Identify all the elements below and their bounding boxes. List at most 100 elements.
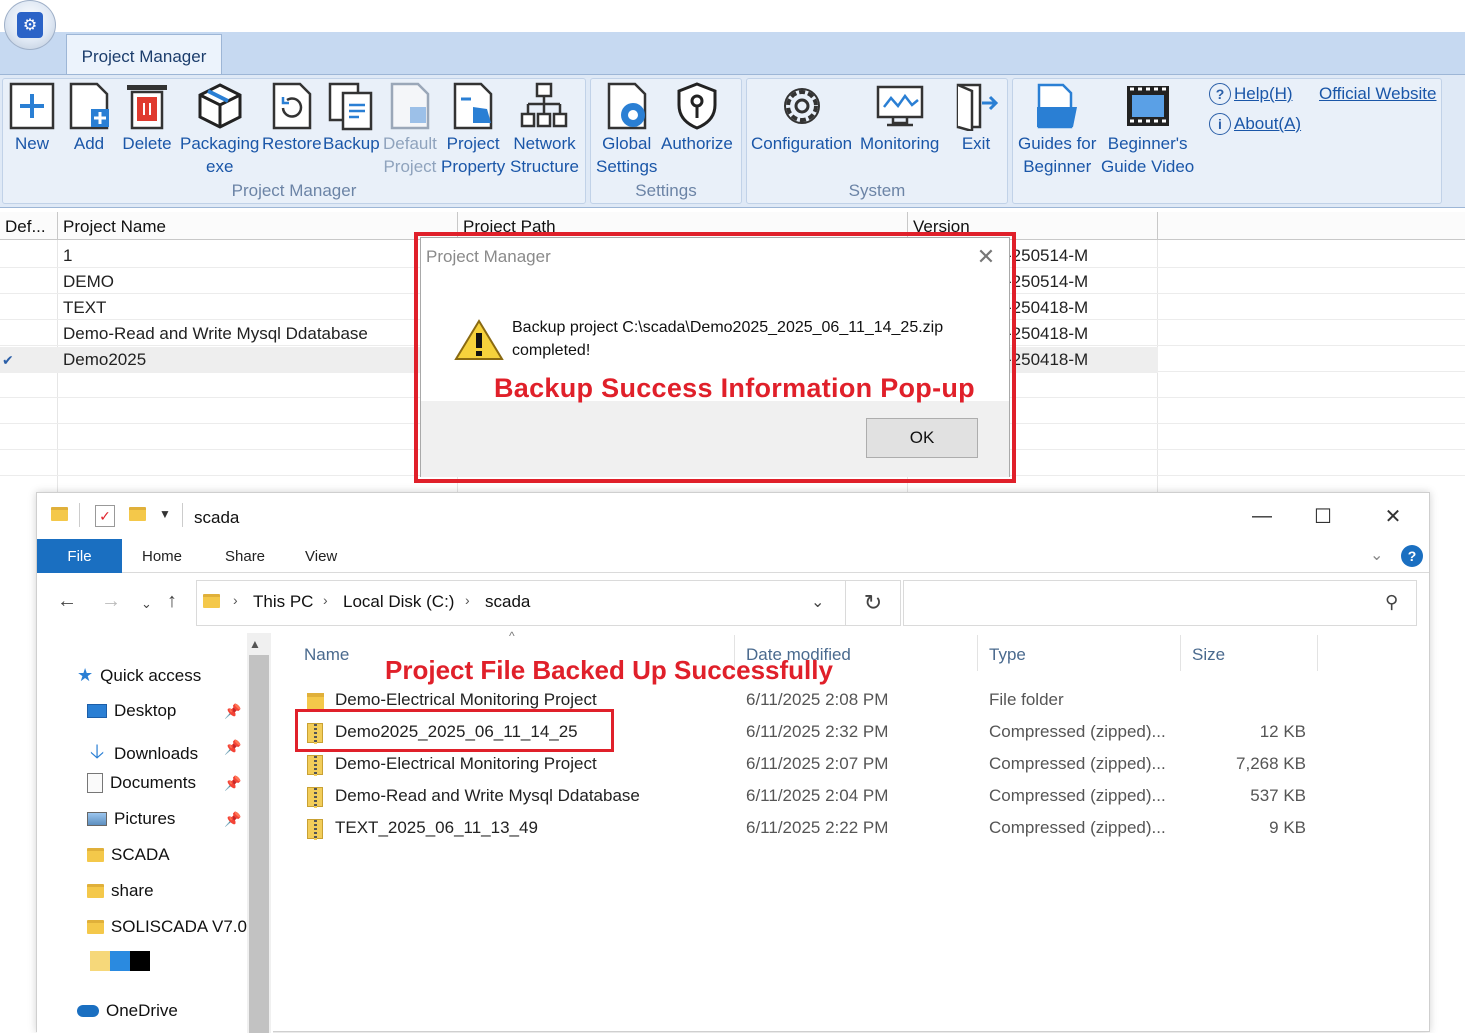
tab-file[interactable]: File bbox=[37, 539, 122, 573]
monitoring-button[interactable]: Monitoring bbox=[860, 80, 939, 155]
delete-button[interactable]: Delete bbox=[122, 80, 172, 155]
breadcrumb-local-disk[interactable]: Local Disk (C:) bbox=[343, 592, 454, 612]
group-label: Settings bbox=[635, 181, 697, 200]
chevron-down-icon[interactable]: ⌄ bbox=[1370, 545, 1383, 565]
film-icon bbox=[1123, 80, 1173, 132]
file-explorer-window: ✓ ▼ scada — ☐ ✕ File Home Share View ⌄ ?… bbox=[36, 492, 1430, 1033]
col-size[interactable]: Size bbox=[1192, 645, 1225, 665]
star-icon: ★ bbox=[77, 665, 94, 685]
refresh-icon[interactable]: ↻ bbox=[845, 580, 901, 626]
nav-share[interactable]: share bbox=[87, 881, 154, 901]
col-type[interactable]: Type bbox=[989, 645, 1026, 665]
back-arrow-icon[interactable]: ← bbox=[57, 590, 77, 613]
tab-view[interactable]: View bbox=[305, 548, 337, 565]
search-input[interactable] bbox=[903, 580, 1417, 626]
folder-icon bbox=[87, 848, 104, 862]
group-label: System bbox=[848, 181, 906, 200]
default-project-icon bbox=[385, 80, 435, 132]
zip-folder-icon bbox=[307, 786, 323, 808]
col-default[interactable]: Def... bbox=[0, 212, 58, 240]
folder-icon bbox=[307, 692, 324, 709]
default-check-icon: ✔ bbox=[2, 352, 14, 368]
authorize-button[interactable]: Authorize bbox=[661, 80, 733, 155]
breadcrumb-separator-icon[interactable]: › bbox=[465, 592, 470, 608]
up-arrow-icon[interactable]: ↑ bbox=[167, 590, 177, 613]
restore-button[interactable]: Restore bbox=[262, 80, 322, 155]
nav-onedrive[interactable]: OneDrive bbox=[77, 1001, 178, 1021]
global-settings-button[interactable]: Global Settings bbox=[596, 80, 657, 178]
zip-folder-icon bbox=[307, 754, 323, 776]
annotation-dialog-label: Backup Success Information Pop-up bbox=[494, 373, 975, 403]
folder-icon bbox=[87, 920, 104, 934]
new-folder-icon[interactable] bbox=[129, 507, 146, 526]
wrench-icon: ⚙ bbox=[17, 12, 43, 38]
project-property-icon bbox=[448, 80, 498, 132]
network-structure-button[interactable]: Network Structure bbox=[510, 80, 579, 178]
tab-project-manager[interactable]: Project Manager bbox=[66, 34, 222, 78]
sort-caret-icon: ^ bbox=[509, 629, 515, 643]
close-window-icon[interactable]: ✕ bbox=[1373, 501, 1413, 531]
nav-soliscada[interactable]: SOLISCADA V7.0 bbox=[87, 917, 247, 937]
col-project-name[interactable]: Project Name bbox=[58, 212, 458, 240]
forward-arrow-icon[interactable]: → bbox=[101, 590, 121, 613]
app-menu-orb[interactable]: ⚙ bbox=[4, 0, 56, 50]
exit-button[interactable]: Exit bbox=[951, 80, 1001, 155]
cloud-icon bbox=[77, 1005, 99, 1017]
add-button[interactable]: Add bbox=[64, 80, 114, 155]
help-icon: ? bbox=[1209, 83, 1231, 105]
shield-key-icon bbox=[672, 80, 722, 132]
recent-locations-icon[interactable]: ⌄ bbox=[141, 596, 152, 612]
global-settings-icon bbox=[602, 80, 652, 132]
new-button[interactable]: New bbox=[7, 80, 57, 155]
minimize-icon[interactable]: — bbox=[1242, 501, 1282, 531]
network-icon bbox=[519, 80, 569, 132]
maximize-icon[interactable]: ☐ bbox=[1303, 501, 1343, 531]
col-name[interactable]: Name bbox=[304, 645, 349, 665]
zip-folder-icon bbox=[307, 818, 323, 840]
official-website-link[interactable]: Official Website bbox=[1319, 84, 1436, 104]
scroll-up-icon[interactable]: ▲ bbox=[249, 637, 261, 651]
beginners-guide-video-button[interactable]: Beginner's Guide Video bbox=[1101, 80, 1194, 178]
color-swatch-item[interactable] bbox=[90, 951, 150, 971]
properties-icon[interactable]: ✓ bbox=[95, 505, 115, 527]
breadcrumb-scada[interactable]: scada bbox=[485, 592, 530, 612]
address-dropdown-icon[interactable]: ⌄ bbox=[811, 592, 824, 612]
breadcrumb-separator-icon[interactable]: › bbox=[233, 592, 238, 608]
exit-door-icon bbox=[951, 80, 1001, 132]
project-property-button[interactable]: Project Property bbox=[441, 80, 505, 178]
configuration-button[interactable]: Configuration bbox=[751, 80, 852, 155]
restore-icon bbox=[267, 80, 317, 132]
add-icon bbox=[64, 80, 114, 132]
packaging-exe-button[interactable]: Packaging exe bbox=[180, 80, 259, 178]
gear-icon bbox=[777, 80, 827, 132]
help-icon[interactable]: ? bbox=[1401, 545, 1423, 567]
default-project-button[interactable]: Default Project bbox=[383, 80, 437, 178]
nav-scada[interactable]: SCADA bbox=[87, 845, 170, 865]
tab-share[interactable]: Share bbox=[225, 548, 265, 565]
breadcrumb-separator-icon[interactable]: › bbox=[323, 592, 328, 608]
tab-home[interactable]: Home bbox=[142, 548, 182, 565]
breadcrumb-this-pc[interactable]: This PC bbox=[253, 592, 313, 612]
list-item[interactable]: Demo-Read and Write Mysql Ddatabase 6/11… bbox=[45, 781, 1306, 811]
guides-for-beginner-button[interactable]: Guides for Beginner bbox=[1018, 80, 1096, 178]
backup-button[interactable]: Backup bbox=[323, 80, 380, 155]
help-link[interactable]: ? Help(H) bbox=[1209, 83, 1293, 105]
folder-icon bbox=[203, 594, 220, 613]
monitor-icon bbox=[875, 80, 925, 132]
nav-quick-access[interactable]: ★ Quick access bbox=[77, 665, 201, 686]
list-item[interactable]: TEXT_2025_06_11_13_49 6/11/2025 2:22 PM … bbox=[45, 813, 1306, 843]
guide-folder-icon bbox=[1032, 80, 1082, 132]
about-link[interactable]: i About(A) bbox=[1209, 113, 1301, 135]
annotation-file-label: Project File Backed Up Successfully bbox=[385, 655, 833, 685]
package-icon bbox=[195, 80, 245, 132]
trash-icon bbox=[122, 80, 172, 132]
window-title: scada bbox=[194, 508, 240, 527]
quick-access-toolbar-dropdown-icon[interactable]: ▼ bbox=[159, 507, 171, 521]
info-icon: i bbox=[1209, 113, 1231, 135]
folder-icon bbox=[87, 884, 104, 898]
folder-icon bbox=[51, 507, 68, 526]
annotation-box-dialog bbox=[414, 232, 1016, 483]
list-item[interactable]: Demo-Electrical Monitoring Project 6/11/… bbox=[45, 749, 1306, 779]
search-icon[interactable]: ⚲ bbox=[1385, 592, 1398, 613]
annotation-box-file bbox=[295, 709, 614, 752]
